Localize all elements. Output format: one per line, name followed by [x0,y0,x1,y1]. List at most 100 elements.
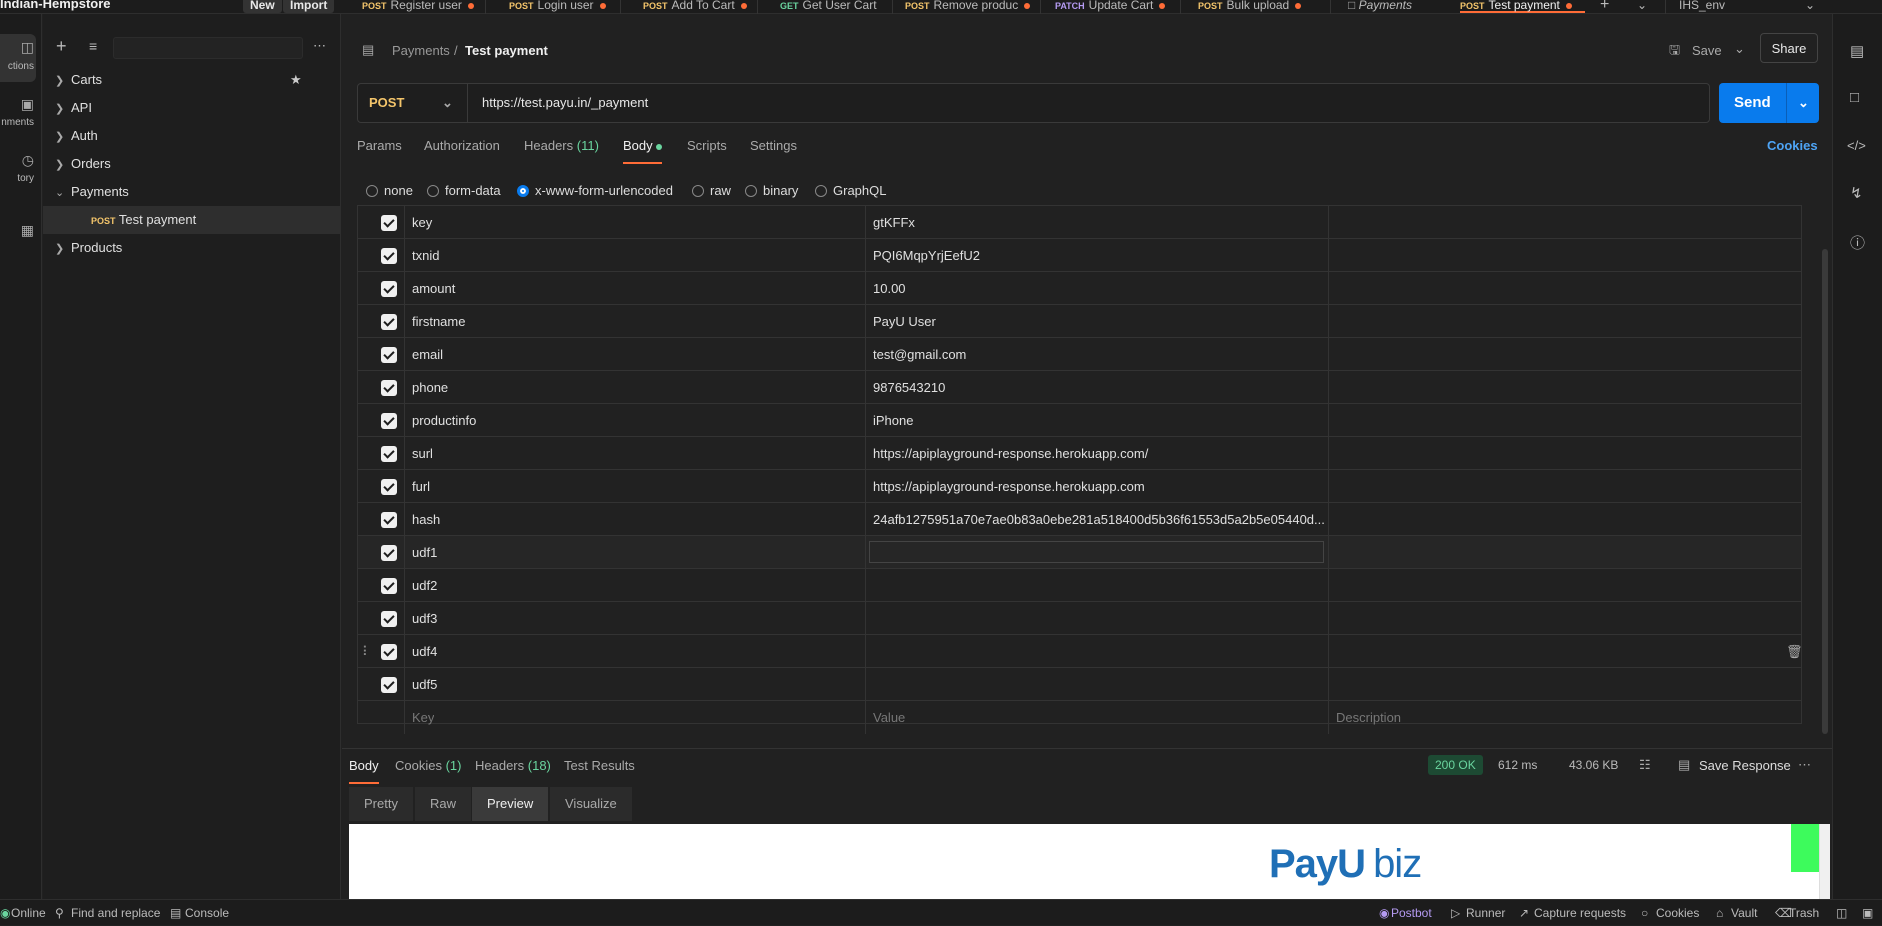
row-checkbox[interactable] [381,545,397,561]
param-value[interactable]: 10.00 [865,272,1328,305]
find-replace-button[interactable]: Find and replace [71,900,160,926]
body-mode-binary[interactable]: binary [745,183,798,198]
tab-login-user[interactable]: POST Login user [509,0,606,13]
param-key[interactable]: udf3 [404,602,865,635]
param-description[interactable] [1328,536,1801,569]
response-tab-headers[interactable]: Headers (18) [475,758,551,773]
view-preview[interactable]: Preview [472,787,549,821]
param-key[interactable]: key [404,206,865,239]
capture-requests-button[interactable]: Capture requests [1534,900,1626,926]
info-icon[interactable]: ⓘ [1850,232,1865,253]
response-more-icon[interactable]: ⋯ [1798,757,1811,773]
param-key[interactable]: amount [404,272,865,305]
body-mode-raw[interactable]: raw [692,183,731,198]
param-value[interactable]: iPhone [865,404,1328,437]
sidebar-item-products[interactable]: ❯ Products [43,234,341,262]
view-visualize[interactable]: Visualize [550,787,632,821]
row-checkbox[interactable] [381,677,397,693]
param-description[interactable] [1328,668,1801,701]
send-options-chevron-icon[interactable]: ⌄ [1798,83,1809,123]
method-select[interactable]: POST ⌄ [358,84,468,122]
param-key[interactable]: firstname [404,305,865,338]
workspace-name[interactable]: Indian-Hempstore [0,0,111,11]
param-key[interactable]: udf2 [404,569,865,602]
row-checkbox[interactable] [381,479,397,495]
tab-payments[interactable]: □ Payments [1348,0,1412,13]
row-checkbox[interactable] [381,578,397,594]
param-key[interactable]: furl [404,470,865,503]
rail-history-label[interactable]: tory [0,173,40,184]
param-description[interactable] [1328,239,1801,272]
save-button[interactable]: Save [1692,43,1722,58]
param-value[interactable]: https://apiplayground-response.herokuapp… [865,470,1328,503]
sidebar-item-auth[interactable]: ❯ Auth [43,122,341,150]
tab-register-user[interactable]: POST Register user [362,0,474,13]
tab-bulk-upload[interactable]: POST Bulk upload [1198,0,1302,13]
param-description[interactable] [1328,602,1801,635]
send-button[interactable]: Send ⌄ [1719,83,1819,123]
new-button[interactable]: New [243,0,282,13]
tabs-overflow-chevron-icon[interactable]: ⌄ [1637,0,1647,13]
param-value[interactable]: 9876543210 [865,371,1328,404]
row-checkbox[interactable] [381,314,397,330]
sidebar-item-carts[interactable]: ❯ Carts ★ [43,66,341,94]
online-status[interactable]: Online [11,900,46,926]
sidebar-item-payments[interactable]: ⌄ Payments [43,178,341,206]
param-description[interactable] [1328,404,1801,437]
code-icon[interactable]: </> [1847,138,1866,153]
param-value[interactable]: 24afb1275951a70e7ae0b83a0ebe281a518400d5… [865,503,1328,536]
apps-icon[interactable]: ▦ [0,222,40,239]
breadcrumb-parent[interactable]: Payments [392,43,450,58]
sidebar-item-orders[interactable]: ❯ Orders [43,150,341,178]
param-value[interactable] [869,541,1324,563]
row-checkbox[interactable] [381,446,397,462]
console-button[interactable]: Console [185,900,229,926]
cookies-link[interactable]: Cookies [1767,138,1818,153]
param-key[interactable]: udf4 [404,635,865,668]
favorite-star-icon[interactable]: ★ [290,66,302,94]
response-tab-cookies[interactable]: Cookies (1) [395,758,461,773]
save-options-chevron-icon[interactable]: ⌄ [1734,41,1745,57]
param-description[interactable] [1328,635,1801,668]
import-button[interactable]: Import [283,0,335,13]
comments-icon[interactable]: □ [1850,89,1859,106]
tab-update-cart[interactable]: PATCH Update Cart [1055,0,1166,13]
tab-get-user-cart[interactable]: GET Get User Cart [780,0,877,13]
layout-icon[interactable]: ◫ [1836,900,1847,926]
network-globe-icon[interactable]: ☷ [1639,757,1651,773]
param-value[interactable]: PQI6MqpYrjEefU2 [865,239,1328,272]
documentation-icon[interactable]: ▤ [1850,42,1864,60]
param-description[interactable] [1328,305,1801,338]
runner-button[interactable]: Runner [1466,900,1505,926]
new-value-input[interactable]: Value [865,701,905,734]
save-response-button[interactable]: Save Response [1699,758,1791,773]
body-mode-graphql[interactable]: GraphQL [815,183,886,198]
body-mode-urlencoded[interactable]: x-www-form-urlencoded [517,183,673,198]
sidebar-item-test-payment[interactable]: POST Test payment [43,206,341,234]
rail-environments-label[interactable]: nments [0,117,40,128]
body-mode-none[interactable]: none [366,183,413,198]
tab-scripts[interactable]: Scripts [687,138,727,153]
param-value[interactable] [865,569,1328,602]
row-checkbox[interactable] [381,248,397,264]
vault-button[interactable]: Vault [1731,900,1757,926]
new-description-input[interactable]: Description [1328,701,1401,734]
new-tab-icon[interactable]: + [1600,0,1609,13]
param-key[interactable]: udf1 [404,536,865,569]
param-description[interactable] [1328,437,1801,470]
tab-headers[interactable]: Headers (11) [524,138,599,153]
trash-button[interactable]: Trash [1789,900,1819,926]
param-key[interactable]: email [404,338,865,371]
help-icon[interactable]: ▣ [1862,900,1873,926]
sidebar-search-input[interactable] [113,37,303,59]
response-tab-test-results[interactable]: Test Results [564,758,635,773]
response-tab-body[interactable]: Body [349,758,379,784]
param-description[interactable] [1328,272,1801,305]
tab-remove-product[interactable]: POST Remove produc [905,0,1031,13]
view-pretty[interactable]: Pretty [349,787,413,821]
param-value[interactable] [865,602,1328,635]
filter-icon[interactable]: ≡ [89,38,97,54]
param-description[interactable] [1328,371,1801,404]
param-value[interactable]: test@gmail.com [865,338,1328,371]
tab-test-payment[interactable]: POST Test payment [1460,0,1585,13]
